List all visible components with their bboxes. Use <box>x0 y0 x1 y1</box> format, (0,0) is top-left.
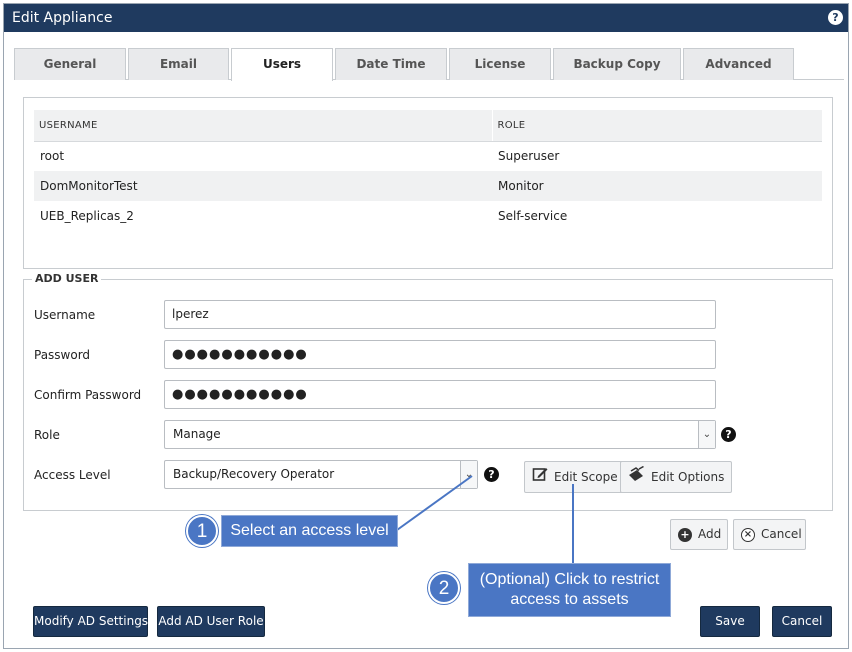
password-label: Password <box>34 348 91 362</box>
cell-username: UEB_Replicas_2 <box>40 209 134 223</box>
callout-2-number: 2 <box>428 572 460 604</box>
chevron-down-icon[interactable]: ⌄ <box>698 421 715 448</box>
dialog-title: Edit Appliance <box>12 10 113 26</box>
tab-license[interactable]: License <box>449 48 551 80</box>
title-bar: Edit Appliance ? <box>4 4 848 32</box>
callout-1-text: Select an access level <box>221 515 398 547</box>
tab-users[interactable]: Users <box>231 48 333 81</box>
access-level-help-icon[interactable]: ? <box>484 467 499 482</box>
modify-ad-settings-button[interactable]: Modify AD Settings <box>33 606 148 637</box>
pencil-square-icon <box>532 463 548 493</box>
edit-appliance-dialog: Edit Appliance ? General Email Users Dat… <box>3 3 849 649</box>
role-help-icon[interactable]: ? <box>721 427 736 442</box>
column-header-username[interactable]: USERNAME <box>34 110 492 142</box>
help-icon[interactable]: ? <box>828 10 843 25</box>
column-header-role[interactable]: ROLE <box>491 110 822 142</box>
add-ad-user-role-button[interactable]: Add AD User Role <box>157 606 265 637</box>
username-label: Username <box>34 308 96 322</box>
cancel-add-button[interactable]: × Cancel <box>733 519 806 550</box>
add-user-legend: ADD USER <box>32 272 102 285</box>
cell-role: Monitor <box>492 171 822 201</box>
cell-role: Superuser <box>498 149 560 164</box>
access-level-select[interactable]: Backup/Recovery Operator ⌄ <box>164 460 478 489</box>
access-level-label: Access Level <box>34 468 111 482</box>
tab-advanced[interactable]: Advanced <box>683 48 794 80</box>
users-table: USERNAME ROLE root Superuser DomMonitorT… <box>34 110 822 231</box>
edit-scope-label: Edit Scope <box>554 470 618 484</box>
add-label: Add <box>698 527 722 541</box>
edit-scope-button[interactable]: Edit Scope <box>524 461 626 493</box>
add-user-fieldset: ADD USER Username lperez Password ●●●●●●… <box>23 272 833 511</box>
cell-username: root <box>40 149 65 164</box>
plus-circle-icon: + <box>678 527 692 542</box>
role-select[interactable]: Manage ⌄ <box>164 420 716 449</box>
tab-backup-copy[interactable]: Backup Copy <box>553 48 681 80</box>
table-header-row: USERNAME ROLE <box>34 110 822 142</box>
cell-username: DomMonitorTest <box>34 171 492 201</box>
confirm-password-input[interactable]: ●●●●●●●●●●● <box>164 380 716 409</box>
role-selected-value: Manage <box>173 427 221 441</box>
username-input[interactable]: lperez <box>164 300 716 329</box>
edit-options-label: Edit Options <box>651 470 725 484</box>
add-button[interactable]: + Add <box>670 519 728 550</box>
callout-2-text: (Optional) Click to restrict access to a… <box>468 563 671 617</box>
access-level-selected-value: Backup/Recovery Operator <box>173 467 335 481</box>
cell-role: Self-service <box>498 209 568 223</box>
tab-email[interactable]: Email <box>128 48 229 80</box>
cancel-add-label: Cancel <box>761 527 802 541</box>
role-label: Role <box>34 428 60 442</box>
table-row[interactable]: UEB_Replicas_2 Self-service <box>34 201 822 231</box>
table-row[interactable]: root Superuser <box>34 141 822 171</box>
tab-date-time[interactable]: Date Time <box>335 48 447 80</box>
table-row[interactable]: DomMonitorTest Monitor <box>34 171 822 201</box>
save-button[interactable]: Save <box>700 606 760 637</box>
tab-general[interactable]: General <box>14 48 126 80</box>
cancel-button[interactable]: Cancel <box>772 606 832 637</box>
confirm-password-label: Confirm Password <box>34 388 142 402</box>
callout-1-number: 1 <box>186 515 218 547</box>
gear-edit-icon <box>628 463 645 493</box>
password-input[interactable]: ●●●●●●●●●●● <box>164 340 716 369</box>
x-circle-icon: × <box>741 527 755 542</box>
tab-bar: General Email Users Date Time License Ba… <box>14 48 844 81</box>
edit-options-button[interactable]: Edit Options <box>620 461 733 493</box>
users-list-panel: USERNAME ROLE root Superuser DomMonitorT… <box>23 97 833 269</box>
chevron-down-icon[interactable]: ⌄ <box>460 461 477 488</box>
